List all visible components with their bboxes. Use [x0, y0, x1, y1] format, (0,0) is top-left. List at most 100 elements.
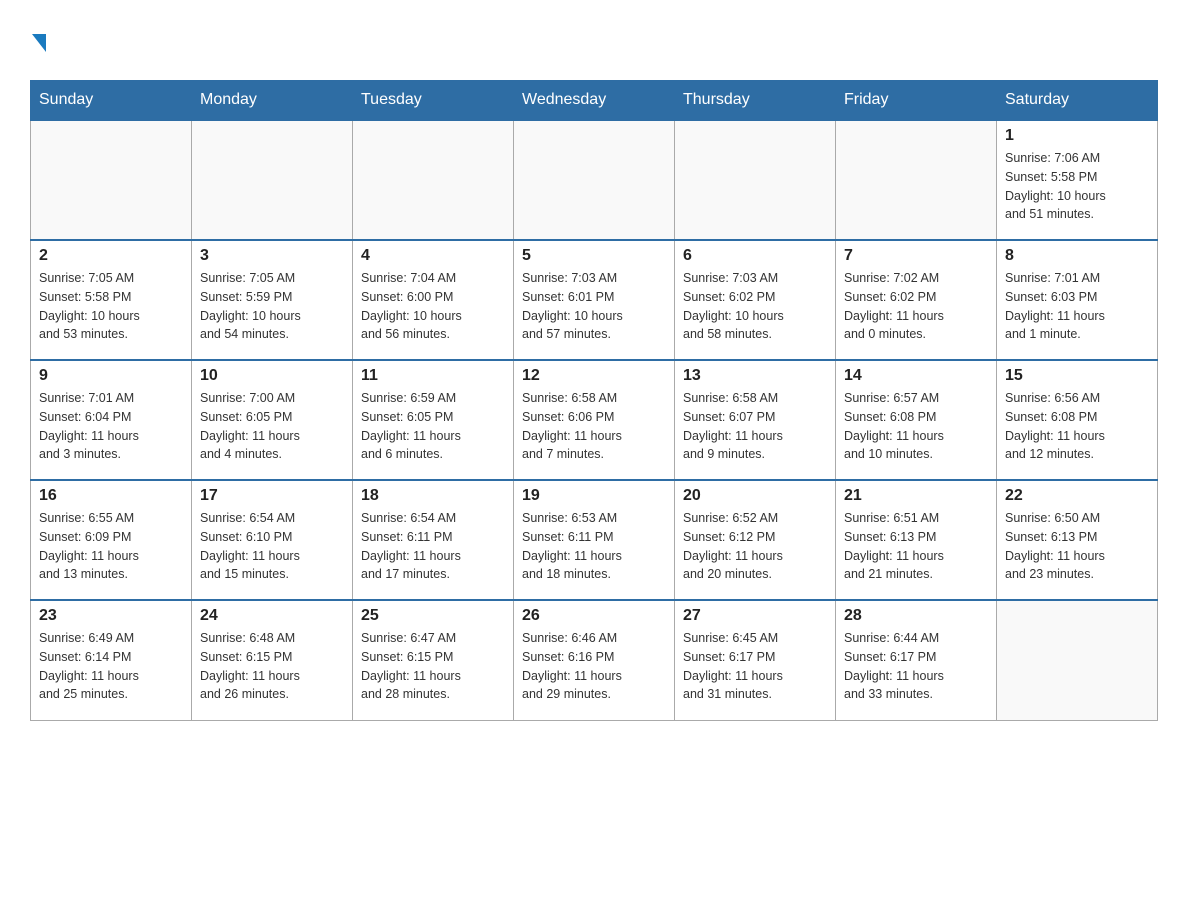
calendar-cell: 12 Sunrise: 6:58 AMSunset: 6:06 PMDayligh… — [514, 360, 675, 480]
day-info: Sunrise: 6:51 AMSunset: 6:13 PMDaylight:… — [844, 509, 988, 584]
calendar-cell: 25 Sunrise: 6:47 AMSunset: 6:15 PMDayligh… — [353, 600, 514, 720]
calendar-week-row: 1 Sunrise: 7:06 AMSunset: 5:58 PMDaylight… — [31, 120, 1158, 240]
day-info: Sunrise: 6:45 AMSunset: 6:17 PMDaylight:… — [683, 629, 827, 704]
calendar-cell: 7 Sunrise: 7:02 AMSunset: 6:02 PMDaylight… — [836, 240, 997, 360]
day-info: Sunrise: 6:48 AMSunset: 6:15 PMDaylight:… — [200, 629, 344, 704]
day-info: Sunrise: 7:05 AMSunset: 5:59 PMDaylight:… — [200, 269, 344, 344]
day-info: Sunrise: 6:47 AMSunset: 6:15 PMDaylight:… — [361, 629, 505, 704]
calendar-cell: 15 Sunrise: 6:56 AMSunset: 6:08 PMDayligh… — [997, 360, 1158, 480]
day-number: 11 — [361, 367, 505, 385]
day-info: Sunrise: 7:03 AMSunset: 6:02 PMDaylight:… — [683, 269, 827, 344]
day-info: Sunrise: 6:58 AMSunset: 6:06 PMDaylight:… — [522, 389, 666, 464]
day-info: Sunrise: 7:03 AMSunset: 6:01 PMDaylight:… — [522, 269, 666, 344]
calendar-cell: 24 Sunrise: 6:48 AMSunset: 6:15 PMDayligh… — [192, 600, 353, 720]
calendar-cell: 13Sunrise: 6:58 AMSunset: 6:07 PMDayligh… — [675, 360, 836, 480]
day-of-week-header: Thursday — [675, 81, 836, 121]
day-info: Sunrise: 6:50 AMSunset: 6:13 PMDaylight:… — [1005, 509, 1149, 584]
calendar-cell — [192, 120, 353, 240]
day-info: Sunrise: 6:54 AMSunset: 6:10 PMDaylight:… — [200, 509, 344, 584]
calendar-cell — [514, 120, 675, 240]
calendar-cell: 5 Sunrise: 7:03 AMSunset: 6:01 PMDaylight… — [514, 240, 675, 360]
day-number: 26 — [522, 607, 666, 625]
day-info: Sunrise: 7:05 AMSunset: 5:58 PMDaylight:… — [39, 269, 183, 344]
calendar-cell: 11 Sunrise: 6:59 AMSunset: 6:05 PMDayligh… — [353, 360, 514, 480]
calendar-cell: 9 Sunrise: 7:01 AMSunset: 6:04 PMDaylight… — [31, 360, 192, 480]
calendar-cell: 4 Sunrise: 7:04 AMSunset: 6:00 PMDaylight… — [353, 240, 514, 360]
logo — [30, 30, 46, 60]
calendar-week-row: 9 Sunrise: 7:01 AMSunset: 6:04 PMDaylight… — [31, 360, 1158, 480]
day-of-week-header: Tuesday — [353, 81, 514, 121]
day-info: Sunrise: 7:06 AMSunset: 5:58 PMDaylight:… — [1005, 149, 1149, 224]
day-info: Sunrise: 6:53 AMSunset: 6:11 PMDaylight:… — [522, 509, 666, 584]
day-number: 15 — [1005, 367, 1149, 385]
day-number: 4 — [361, 247, 505, 265]
calendar-cell: 22Sunrise: 6:50 AMSunset: 6:13 PMDayligh… — [997, 480, 1158, 600]
calendar-cell — [353, 120, 514, 240]
day-info: Sunrise: 6:54 AMSunset: 6:11 PMDaylight:… — [361, 509, 505, 584]
day-info: Sunrise: 6:49 AMSunset: 6:14 PMDaylight:… — [39, 629, 183, 704]
calendar-cell: 14Sunrise: 6:57 AMSunset: 6:08 PMDayligh… — [836, 360, 997, 480]
day-number: 28 — [844, 607, 988, 625]
day-info: Sunrise: 6:46 AMSunset: 6:16 PMDaylight:… — [522, 629, 666, 704]
day-info: Sunrise: 6:56 AMSunset: 6:08 PMDaylight:… — [1005, 389, 1149, 464]
calendar-cell: 28 Sunrise: 6:44 AMSunset: 6:17 PMDayligh… — [836, 600, 997, 720]
day-number: 17 — [200, 487, 344, 505]
day-number: 8 — [1005, 247, 1149, 265]
day-number: 9 — [39, 367, 183, 385]
calendar-cell: 19 Sunrise: 6:53 AMSunset: 6:11 PMDayligh… — [514, 480, 675, 600]
calendar-cell: 23 Sunrise: 6:49 AMSunset: 6:14 PMDayligh… — [31, 600, 192, 720]
calendar-cell: 20 Sunrise: 6:52 AMSunset: 6:12 PMDayligh… — [675, 480, 836, 600]
calendar-cell: 6 Sunrise: 7:03 AMSunset: 6:02 PMDaylight… — [675, 240, 836, 360]
day-info: Sunrise: 7:02 AMSunset: 6:02 PMDaylight:… — [844, 269, 988, 344]
calendar-cell: 21 Sunrise: 6:51 AMSunset: 6:13 PMDayligh… — [836, 480, 997, 600]
day-of-week-header: Sunday — [31, 81, 192, 121]
day-info: Sunrise: 6:44 AMSunset: 6:17 PMDaylight:… — [844, 629, 988, 704]
day-number: 2 — [39, 247, 183, 265]
day-number: 18 — [361, 487, 505, 505]
calendar-cell — [836, 120, 997, 240]
day-info: Sunrise: 6:52 AMSunset: 6:12 PMDaylight:… — [683, 509, 827, 584]
calendar-cell: 1 Sunrise: 7:06 AMSunset: 5:58 PMDaylight… — [997, 120, 1158, 240]
calendar-cell: 10 Sunrise: 7:00 AMSunset: 6:05 PMDayligh… — [192, 360, 353, 480]
day-info: Sunrise: 7:00 AMSunset: 6:05 PMDaylight:… — [200, 389, 344, 464]
calendar-cell: 17 Sunrise: 6:54 AMSunset: 6:10 PMDayligh… — [192, 480, 353, 600]
day-number: 23 — [39, 607, 183, 625]
calendar-cell: 2 Sunrise: 7:05 AMSunset: 5:58 PMDaylight… — [31, 240, 192, 360]
calendar-cell — [997, 600, 1158, 720]
calendar-cell: 8 Sunrise: 7:01 AMSunset: 6:03 PMDaylight… — [997, 240, 1158, 360]
day-number: 20 — [683, 487, 827, 505]
day-number: 3 — [200, 247, 344, 265]
day-info: Sunrise: 7:04 AMSunset: 6:00 PMDaylight:… — [361, 269, 505, 344]
page-header — [30, 20, 1158, 60]
day-number: 13 — [683, 367, 827, 385]
day-of-week-header: Saturday — [997, 81, 1158, 121]
calendar-table: SundayMondayTuesdayWednesdayThursdayFrid… — [30, 80, 1158, 721]
day-number: 25 — [361, 607, 505, 625]
day-number: 21 — [844, 487, 988, 505]
calendar-week-row: 23 Sunrise: 6:49 AMSunset: 6:14 PMDayligh… — [31, 600, 1158, 720]
logo-arrow-icon — [32, 34, 46, 52]
day-info: Sunrise: 6:59 AMSunset: 6:05 PMDaylight:… — [361, 389, 505, 464]
calendar-cell: 16 Sunrise: 6:55 AMSunset: 6:09 PMDayligh… — [31, 480, 192, 600]
calendar-week-row: 16 Sunrise: 6:55 AMSunset: 6:09 PMDayligh… — [31, 480, 1158, 600]
day-number: 24 — [200, 607, 344, 625]
day-number: 10 — [200, 367, 344, 385]
day-number: 5 — [522, 247, 666, 265]
day-info: Sunrise: 7:01 AMSunset: 6:03 PMDaylight:… — [1005, 269, 1149, 344]
day-number: 16 — [39, 487, 183, 505]
day-of-week-header: Friday — [836, 81, 997, 121]
day-number: 7 — [844, 247, 988, 265]
day-info: Sunrise: 7:01 AMSunset: 6:04 PMDaylight:… — [39, 389, 183, 464]
day-number: 6 — [683, 247, 827, 265]
calendar-cell: 27 Sunrise: 6:45 AMSunset: 6:17 PMDayligh… — [675, 600, 836, 720]
day-number: 27 — [683, 607, 827, 625]
day-number: 12 — [522, 367, 666, 385]
day-info: Sunrise: 6:55 AMSunset: 6:09 PMDaylight:… — [39, 509, 183, 584]
calendar-header-row: SundayMondayTuesdayWednesdayThursdayFrid… — [31, 81, 1158, 121]
calendar-cell — [675, 120, 836, 240]
day-number: 19 — [522, 487, 666, 505]
calendar-cell: 3 Sunrise: 7:05 AMSunset: 5:59 PMDaylight… — [192, 240, 353, 360]
day-number: 1 — [1005, 127, 1149, 145]
calendar-week-row: 2 Sunrise: 7:05 AMSunset: 5:58 PMDaylight… — [31, 240, 1158, 360]
day-of-week-header: Wednesday — [514, 81, 675, 121]
